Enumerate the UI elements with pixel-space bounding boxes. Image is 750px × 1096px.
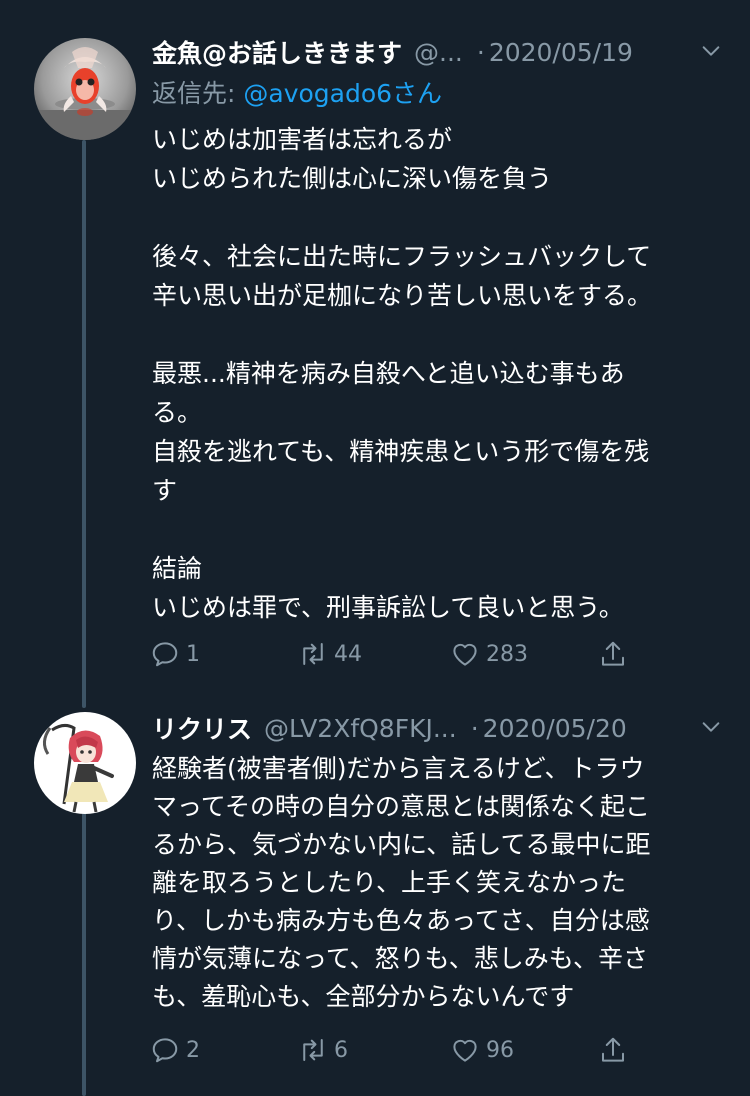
heart-icon <box>453 643 477 666</box>
share-button[interactable] <box>598 1028 628 1072</box>
share-icon <box>602 1037 624 1062</box>
chevron-down-icon[interactable] <box>700 40 722 62</box>
like-button[interactable]: 283 <box>450 632 528 676</box>
tweet-actions: 2 6 96 <box>150 1028 650 1072</box>
tweet-header: 金魚@お話しききます @... · 2020/05/19 <box>152 32 730 72</box>
tweet-text-line: るから、気づかない内に、話してる最中に距 <box>152 830 651 859</box>
reply-count: 2 <box>186 1037 200 1063</box>
tweet-text-line: る。 <box>152 398 203 427</box>
like-button[interactable]: 96 <box>450 1028 514 1072</box>
reply-button[interactable]: 1 <box>150 632 200 676</box>
reply-icon <box>152 642 178 667</box>
tweet-text: 経験者(被害者側)だから言えるけど、トラウ マってその時の自分の意思とは関係なく… <box>152 750 732 1016</box>
tweet-text-line: す <box>152 476 178 505</box>
reply-to-prefix: 返信先: <box>152 79 244 108</box>
reply-button[interactable]: 2 <box>150 1028 200 1072</box>
tweet-text-line: いじめは加害者は忘れるが <box>152 125 453 154</box>
tweet-text-line: 経験者(被害者側)だから言えるけど、トラウ <box>152 754 645 783</box>
retweet-count: 6 <box>334 1037 348 1063</box>
reply-icon <box>152 1038 178 1063</box>
retweet-icon <box>303 643 323 665</box>
separator-dot: · <box>476 37 485 67</box>
share-icon <box>602 641 624 666</box>
tweet-text-line: いじめられた側は心に深い傷を負う <box>152 164 553 193</box>
avatar-anime-character[interactable] <box>34 712 136 814</box>
tweet-text-line: いじめは罪で、刑事訴訟して良いと思う。 <box>152 593 624 622</box>
like-count: 283 <box>486 641 528 667</box>
tweet-actions: 1 44 283 <box>150 632 650 676</box>
separator-dot: · <box>470 713 479 743</box>
tweet-text-line: 自殺を逃れても、精神疾患という形で傷を残 <box>152 437 650 466</box>
tweet-1[interactable]: 金魚@お話しききます @... · 2020/05/19 返信先: @avoga… <box>0 0 750 700</box>
retweet-icon <box>303 1039 323 1061</box>
tweet-text-line: も、羞恥心も、全部分からないんです <box>152 982 575 1011</box>
avatar-goldfish[interactable] <box>34 38 136 140</box>
tweet-text-line: 後々、社会に出た時にフラッシュバックして <box>152 242 652 271</box>
tweet-text-line: り、しかも病み方も色々あってさ、自分は感 <box>152 906 650 935</box>
reply-mention-link[interactable]: @avogado6 <box>243 79 392 108</box>
chevron-down-icon[interactable] <box>700 716 722 738</box>
tweet-date[interactable]: 2020/05/19 <box>489 38 633 67</box>
heart-icon <box>453 1039 477 1062</box>
reply-mention-suffix: さん <box>392 79 443 108</box>
display-name[interactable]: 金魚@お話しききます <box>152 34 402 70</box>
display-name[interactable]: リクリス <box>152 710 252 746</box>
tweet-text-line: 最悪...精神を病み自殺へと追い込む事もあ <box>152 359 625 388</box>
tweet-2[interactable]: リクリス @LV2XfQ8FKJ... · 2020/05/20 経験者(被害者… <box>0 700 750 1096</box>
like-count: 96 <box>486 1037 514 1063</box>
tweet-text-line: マってその時の自分の意思とは関係なく起こ <box>152 792 651 821</box>
tweet-date[interactable]: 2020/05/20 <box>483 714 627 743</box>
retweet-button[interactable]: 44 <box>298 632 362 676</box>
tweet-text-line: 辛い思い出が足枷になり苦しい思いをする。 <box>152 281 653 310</box>
tweet-text: いじめは加害者は忘れるが いじめられた側は心に深い傷を負う 後々、社会に出た時に… <box>152 120 732 627</box>
reply-to-line: 返信先: @avogado6さん <box>152 74 442 110</box>
tweet-header: リクリス @LV2XfQ8FKJ... · 2020/05/20 <box>152 708 730 748</box>
tweet-text-line: 結論 <box>152 554 203 583</box>
tweet-text-line: 情が気薄になって、怒りも、悲しみも、辛さ <box>152 944 649 973</box>
reply-count: 1 <box>186 641 200 667</box>
user-handle[interactable]: @... <box>414 38 463 67</box>
share-button[interactable] <box>598 632 628 676</box>
retweet-button[interactable]: 6 <box>298 1028 348 1072</box>
tweet-text-line: 離を取ろうとしたり、上手く笑えなかった <box>152 868 627 897</box>
retweet-count: 44 <box>334 641 362 667</box>
user-handle[interactable]: @LV2XfQ8FKJ... <box>264 714 457 743</box>
